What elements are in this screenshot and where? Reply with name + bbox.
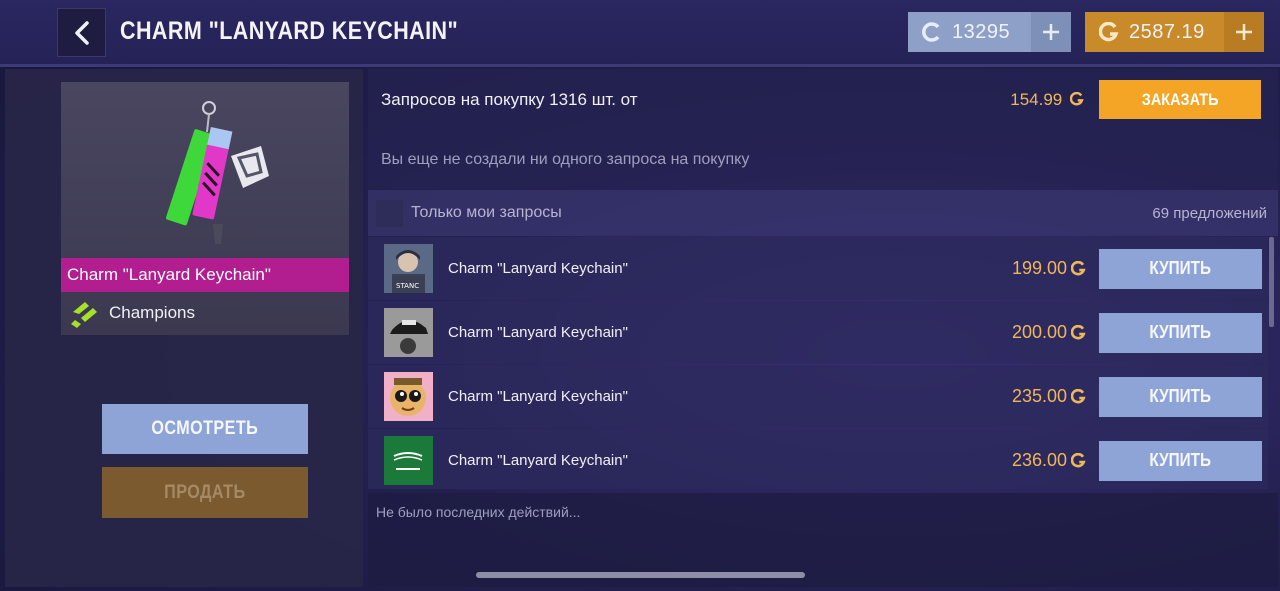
offer-row: Charm "Lanyard Keychain" 200.00 КУПИТЬ: [368, 301, 1268, 364]
no-requests-message: Вы еще не создали ни одного запроса на п…: [381, 151, 750, 168]
gold-coin-icon: [1071, 325, 1086, 340]
page-title: CHARM "LANYARD KEYCHAIN": [120, 17, 459, 45]
item-name-bar: Charm "Lanyard Keychain": [61, 258, 349, 292]
offer-price: 199.00: [1012, 258, 1086, 279]
offer-item-name: Charm "Lanyard Keychain": [448, 260, 628, 277]
offer-row: Charm "Lanyard Keychain" 236.00 КУПИТЬ: [368, 429, 1268, 489]
buy-requests-section: Запросов на покупку 1316 шт. от 154.99 З…: [368, 69, 1278, 189]
soldier-avatar-icon: STANC: [384, 244, 433, 293]
buy-button-label: КУПИТЬ: [1149, 258, 1212, 278]
offer-price: 235.00: [1012, 386, 1086, 407]
silver-amount: 13295: [952, 20, 1011, 43]
offer-item-name: Charm "Lanyard Keychain": [448, 452, 628, 469]
recent-actions-message: Не было последних действий...: [376, 504, 581, 520]
gold-coin-icon: [1099, 22, 1119, 42]
buy-button[interactable]: КУПИТЬ: [1099, 248, 1262, 289]
seller-avatar: [384, 436, 433, 485]
offer-price: 200.00: [1012, 322, 1086, 343]
offer-item-name: Charm "Lanyard Keychain": [448, 388, 628, 405]
collection-label: Champions: [109, 303, 195, 322]
offer-price: 236.00: [1012, 450, 1086, 471]
gold-coin-icon: [1071, 389, 1086, 404]
order-button[interactable]: ЗАКАЗАТЬ: [1099, 80, 1261, 119]
buy-requests-min-price: 154.99: [1010, 90, 1084, 110]
plus-icon: [1236, 24, 1252, 40]
only-my-requests-label: Только мои запросы: [411, 204, 562, 221]
chevron-left-icon: [74, 20, 89, 45]
inspect-button-label: ОСМОТРЕТЬ: [151, 418, 259, 439]
silver-coin-icon: [922, 22, 940, 42]
offer-row: STANC Charm "Lanyard Keychain" 199.00 КУ…: [368, 237, 1268, 300]
plus-icon: [1043, 24, 1059, 40]
buy-requests-summary: Запросов на покупку 1316 шт. от: [381, 90, 638, 109]
home-indicator[interactable]: [476, 572, 805, 578]
seller-avatar: STANC: [384, 244, 433, 293]
add-gold-button[interactable]: [1224, 12, 1264, 52]
buy-button-label: КУПИТЬ: [1149, 322, 1212, 342]
offers-list: STANC Charm "Lanyard Keychain" 199.00 КУ…: [368, 237, 1268, 489]
header-divider: [0, 64, 1280, 67]
svg-text:STANC: STANC: [396, 282, 419, 290]
buy-button-label: КУПИТЬ: [1149, 450, 1212, 470]
gold-coin-icon: [1069, 91, 1084, 106]
offer-row: Charm "Lanyard Keychain" 235.00 КУПИТЬ: [368, 365, 1268, 428]
buy-button-label: КУПИТЬ: [1149, 386, 1212, 406]
seller-avatar: [384, 372, 433, 421]
gold-currency-balance: 2587.19: [1085, 12, 1264, 52]
offers-scrollbar[interactable]: [1269, 237, 1274, 327]
only-my-requests-checkbox[interactable]: [376, 199, 403, 227]
filter-row: Только мои запросы 69 предложений: [368, 190, 1278, 236]
market-panel: Запросов на покупку 1316 шт. от 154.99 З…: [368, 69, 1278, 587]
cap-avatar-icon: [384, 308, 433, 357]
flag-avatar-icon: [384, 436, 433, 485]
offer-count: 69 предложений: [1152, 204, 1267, 222]
order-button-label: ЗАКАЗАТЬ: [1141, 89, 1219, 109]
gold-coin-icon: [1071, 453, 1086, 468]
buy-button[interactable]: КУПИТЬ: [1099, 376, 1262, 417]
item-card: PRO Charm "Lanyard Keychain" Champions: [61, 82, 349, 335]
silver-currency-balance: 13295: [908, 12, 1071, 52]
sell-button[interactable]: ПРОДАТЬ: [102, 467, 308, 518]
cartoon-avatar-icon: [384, 372, 433, 421]
buy-button[interactable]: КУПИТЬ: [1099, 312, 1262, 353]
buy-button[interactable]: КУПИТЬ: [1099, 440, 1262, 481]
gold-amount: 2587.19: [1129, 20, 1205, 43]
top-bar: CHARM "LANYARD KEYCHAIN" 13295 2587.19: [0, 0, 1280, 66]
item-panel: PRO Charm "Lanyard Keychain" Champions О…: [5, 69, 363, 587]
add-silver-button[interactable]: [1031, 12, 1071, 52]
gold-coin-icon: [1071, 261, 1086, 276]
lanyard-keychain-image: PRO: [165, 101, 269, 244]
offer-item-name: Charm "Lanyard Keychain": [448, 324, 628, 341]
back-button[interactable]: [57, 8, 106, 57]
sell-button-label: ПРОДАТЬ: [164, 481, 246, 503]
champions-collection-icon: [71, 302, 97, 328]
inspect-button[interactable]: ОСМОТРЕТЬ: [102, 404, 308, 454]
item-collection: Champions: [69, 296, 195, 330]
seller-avatar: [384, 308, 433, 357]
